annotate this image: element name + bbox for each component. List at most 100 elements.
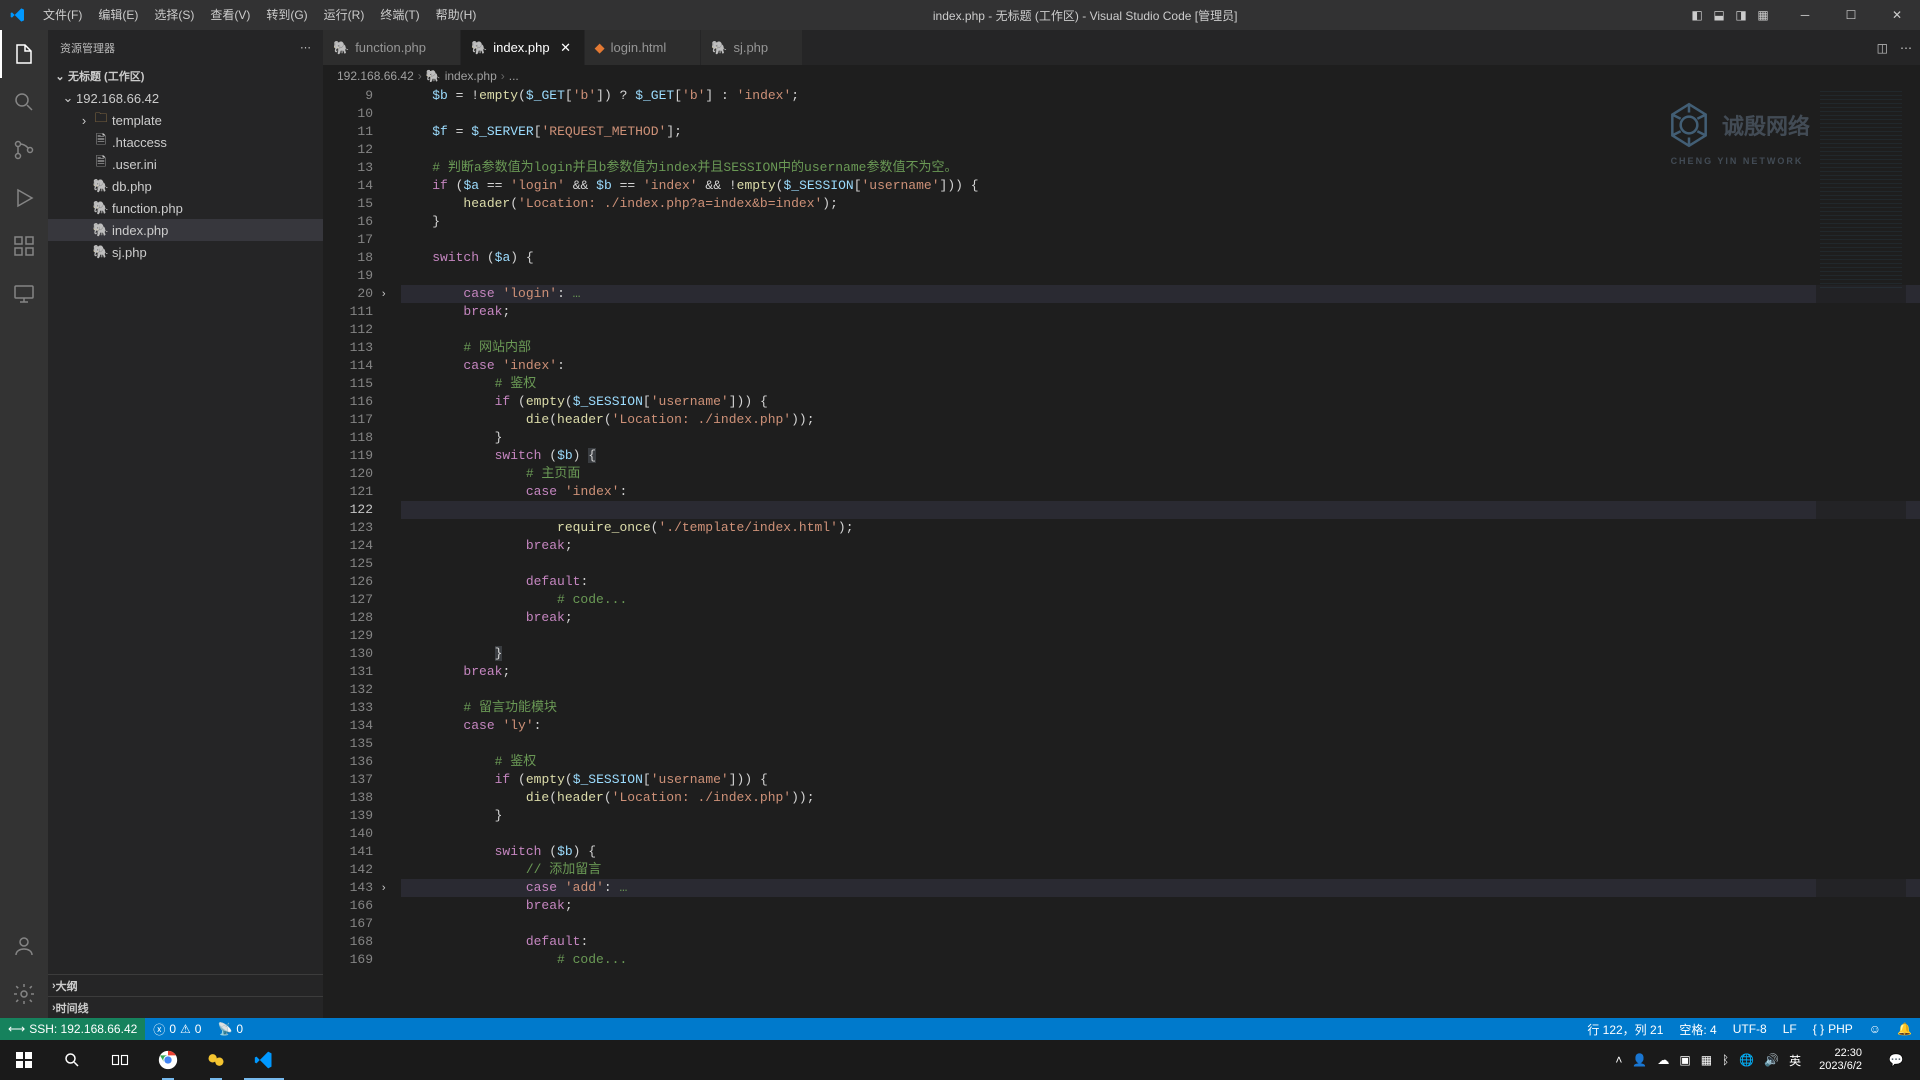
line-number[interactable]: 142	[323, 861, 373, 879]
tree-file[interactable]: 🐘sj.php	[48, 241, 323, 263]
close-tab-icon[interactable]: ✕	[558, 40, 574, 56]
line-number[interactable]: 10	[323, 105, 373, 123]
problems-indicator[interactable]: ⓧ0 ⚠0	[145, 1021, 209, 1038]
code-line[interactable]: }	[401, 807, 1920, 825]
line-number[interactable]: 168	[323, 933, 373, 951]
breadcrumb-item[interactable]: ...	[509, 69, 519, 83]
code-line[interactable]: die(header('Location: ./index.php'));	[401, 789, 1920, 807]
editor-tab[interactable]: 🐘function.php✕	[323, 30, 461, 65]
code-line[interactable]	[401, 627, 1920, 645]
network-icon[interactable]: 🌐	[1739, 1053, 1754, 1067]
remote-indicator[interactable]: ⟷ SSH: 192.168.66.42	[0, 1018, 145, 1040]
code-line[interactable]	[401, 825, 1920, 843]
editor-tab[interactable]: 🐘index.php✕	[461, 30, 585, 65]
remote-explorer-icon[interactable]	[0, 270, 48, 318]
search-icon[interactable]	[0, 78, 48, 126]
timeline-section[interactable]: › 时间线	[48, 996, 323, 1018]
system-tray[interactable]: ˄ 👤 ☁ ▣ ▦ ᛒ 🌐 🔊 英	[1607, 1052, 1809, 1069]
line-number[interactable]: 111	[323, 303, 373, 321]
close-button[interactable]: ✕	[1874, 0, 1920, 30]
people-icon[interactable]: 👤	[1632, 1053, 1647, 1067]
line-number[interactable]: 16	[323, 213, 373, 231]
tree-file[interactable]: 🗎.htaccess	[48, 131, 323, 153]
code-line[interactable]: # code...	[401, 591, 1920, 609]
code-line[interactable]: if ($a == 'login' && $b == 'index' && !e…	[401, 177, 1920, 195]
line-number[interactable]: 120	[323, 465, 373, 483]
line-number[interactable]: 124	[323, 537, 373, 555]
tray-app-icon[interactable]: ▦	[1701, 1053, 1712, 1067]
line-number[interactable]: 113	[323, 339, 373, 357]
line-number[interactable]: 129	[323, 627, 373, 645]
breadcrumb-item[interactable]: index.php	[445, 69, 497, 83]
line-number[interactable]: 138	[323, 789, 373, 807]
line-number[interactable]: 121	[323, 483, 373, 501]
line-number[interactable]: 122	[323, 501, 373, 519]
code-line[interactable]: if (empty($_SESSION['username'])) {	[401, 771, 1920, 789]
line-number[interactable]: 143›	[323, 879, 373, 897]
breadcrumb[interactable]: 192.168.66.42 › 🐘 index.php › ...	[323, 65, 1920, 87]
code-line[interactable]: case 'ly':	[401, 717, 1920, 735]
customize-layout-icon[interactable]: ▦	[1752, 4, 1774, 26]
code-line[interactable]	[401, 915, 1920, 933]
code-line[interactable]: die(header('Location: ./index.php'));	[401, 411, 1920, 429]
line-number[interactable]: 119	[323, 447, 373, 465]
feedback-icon[interactable]: ☺	[1861, 1022, 1889, 1036]
line-number[interactable]: 132	[323, 681, 373, 699]
volume-icon[interactable]: 🔊	[1764, 1053, 1779, 1067]
code-line[interactable]: # 判断a参数值为login并且b参数值为index并且SESSION中的use…	[401, 159, 1920, 177]
toggle-panel-bottom-icon[interactable]: ⬓	[1708, 4, 1730, 26]
line-number[interactable]: 166	[323, 897, 373, 915]
menu-item[interactable]: 运行(R)	[316, 0, 373, 30]
line-number[interactable]: 112	[323, 321, 373, 339]
menu-item[interactable]: 转到(G)	[258, 0, 315, 30]
line-number[interactable]: 13	[323, 159, 373, 177]
line-number[interactable]: 14	[323, 177, 373, 195]
outline-section[interactable]: › 大纲	[48, 974, 323, 996]
bluetooth-icon[interactable]: ᛒ	[1722, 1053, 1729, 1067]
line-number[interactable]: 140	[323, 825, 373, 843]
code-line[interactable]: $f = $_SERVER['REQUEST_METHOD'];	[401, 123, 1920, 141]
code-line[interactable]: case 'add': …	[401, 879, 1920, 897]
line-number[interactable]: 115	[323, 375, 373, 393]
code-line[interactable]	[401, 735, 1920, 753]
code-line[interactable]: # 鉴权	[401, 375, 1920, 393]
code-line[interactable]: default:	[401, 933, 1920, 951]
line-number[interactable]: 15	[323, 195, 373, 213]
line-number[interactable]: 123	[323, 519, 373, 537]
chrome-app[interactable]	[144, 1040, 192, 1080]
onedrive-icon[interactable]: ☁	[1657, 1053, 1669, 1067]
task-view-button[interactable]	[96, 1040, 144, 1080]
vscode-app[interactable]	[240, 1040, 288, 1080]
line-number[interactable]: 137	[323, 771, 373, 789]
code-line[interactable]: # 留言功能模块	[401, 699, 1920, 717]
code-line[interactable]: }	[401, 645, 1920, 663]
line-number[interactable]: 20›	[323, 285, 373, 303]
menu-item[interactable]: 帮助(H)	[428, 0, 485, 30]
code-line[interactable]: }	[401, 429, 1920, 447]
line-number[interactable]: 134	[323, 717, 373, 735]
line-number[interactable]: 9	[323, 87, 373, 105]
line-number[interactable]: 125	[323, 555, 373, 573]
more-icon[interactable]: ⋯	[300, 41, 311, 54]
clock[interactable]: 22:30 2023/6/2	[1809, 1047, 1872, 1073]
start-button[interactable]	[0, 1040, 48, 1080]
code-line[interactable]: case 'index':	[401, 357, 1920, 375]
app-yellow[interactable]	[192, 1040, 240, 1080]
tray-chevron-icon[interactable]: ˄	[1615, 1053, 1622, 1067]
code-line[interactable]: require_once('./template/index.html');	[401, 519, 1920, 537]
code-line[interactable]: # 鉴权	[401, 753, 1920, 771]
tree-folder-root[interactable]: ⌄ 192.168.66.42	[48, 87, 323, 109]
code-line[interactable]: # 主页面	[401, 465, 1920, 483]
tree-file[interactable]: 🐘index.php	[48, 219, 323, 241]
indentation[interactable]: 空格: 4	[1671, 1021, 1724, 1038]
search-button[interactable]	[48, 1040, 96, 1080]
code-line[interactable]: $b = !empty($_GET['b']) ? $_GET['b'] : '…	[401, 87, 1920, 105]
tree-folder[interactable]: ›🗀template	[48, 109, 323, 131]
tree-file[interactable]: 🐘function.php	[48, 197, 323, 219]
menu-item[interactable]: 文件(F)	[35, 0, 90, 30]
run-debug-icon[interactable]	[0, 174, 48, 222]
code-line[interactable]: header('Location: ./index.php?a=index&b=…	[401, 195, 1920, 213]
code-line[interactable]: break;	[401, 303, 1920, 321]
encoding[interactable]: UTF-8	[1725, 1022, 1775, 1036]
code-line[interactable]: switch ($a) {	[401, 249, 1920, 267]
